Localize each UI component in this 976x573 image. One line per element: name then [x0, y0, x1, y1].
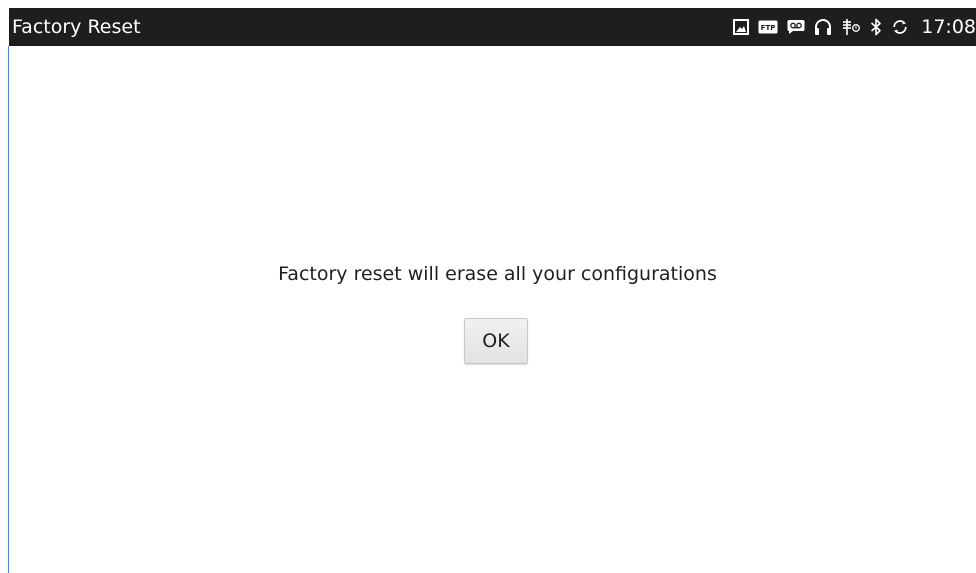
status-icons: FTP 17:08	[733, 8, 976, 46]
voicemail-icon	[787, 8, 805, 46]
ok-button[interactable]: OK	[464, 318, 528, 364]
content-area: Factory reset will erase all your config…	[9, 46, 976, 573]
status-bar: Factory Reset FTP 17:08	[9, 8, 976, 46]
usb-debug-icon	[841, 8, 861, 46]
status-clock: 17:08	[921, 16, 976, 38]
sync-icon	[891, 8, 909, 46]
image-icon	[733, 8, 750, 46]
screen: Factory Reset FTP 17:08 Factory reset wi…	[0, 0, 976, 573]
ftp-icon-label: FTP	[761, 24, 776, 32]
screen-title: Factory Reset	[12, 16, 141, 38]
top-edge	[0, 0, 976, 8]
bluetooth-icon	[870, 8, 882, 46]
ftp-icon: FTP	[758, 8, 778, 46]
factory-reset-message: Factory reset will erase all your config…	[278, 263, 717, 285]
headset-icon	[814, 8, 832, 46]
